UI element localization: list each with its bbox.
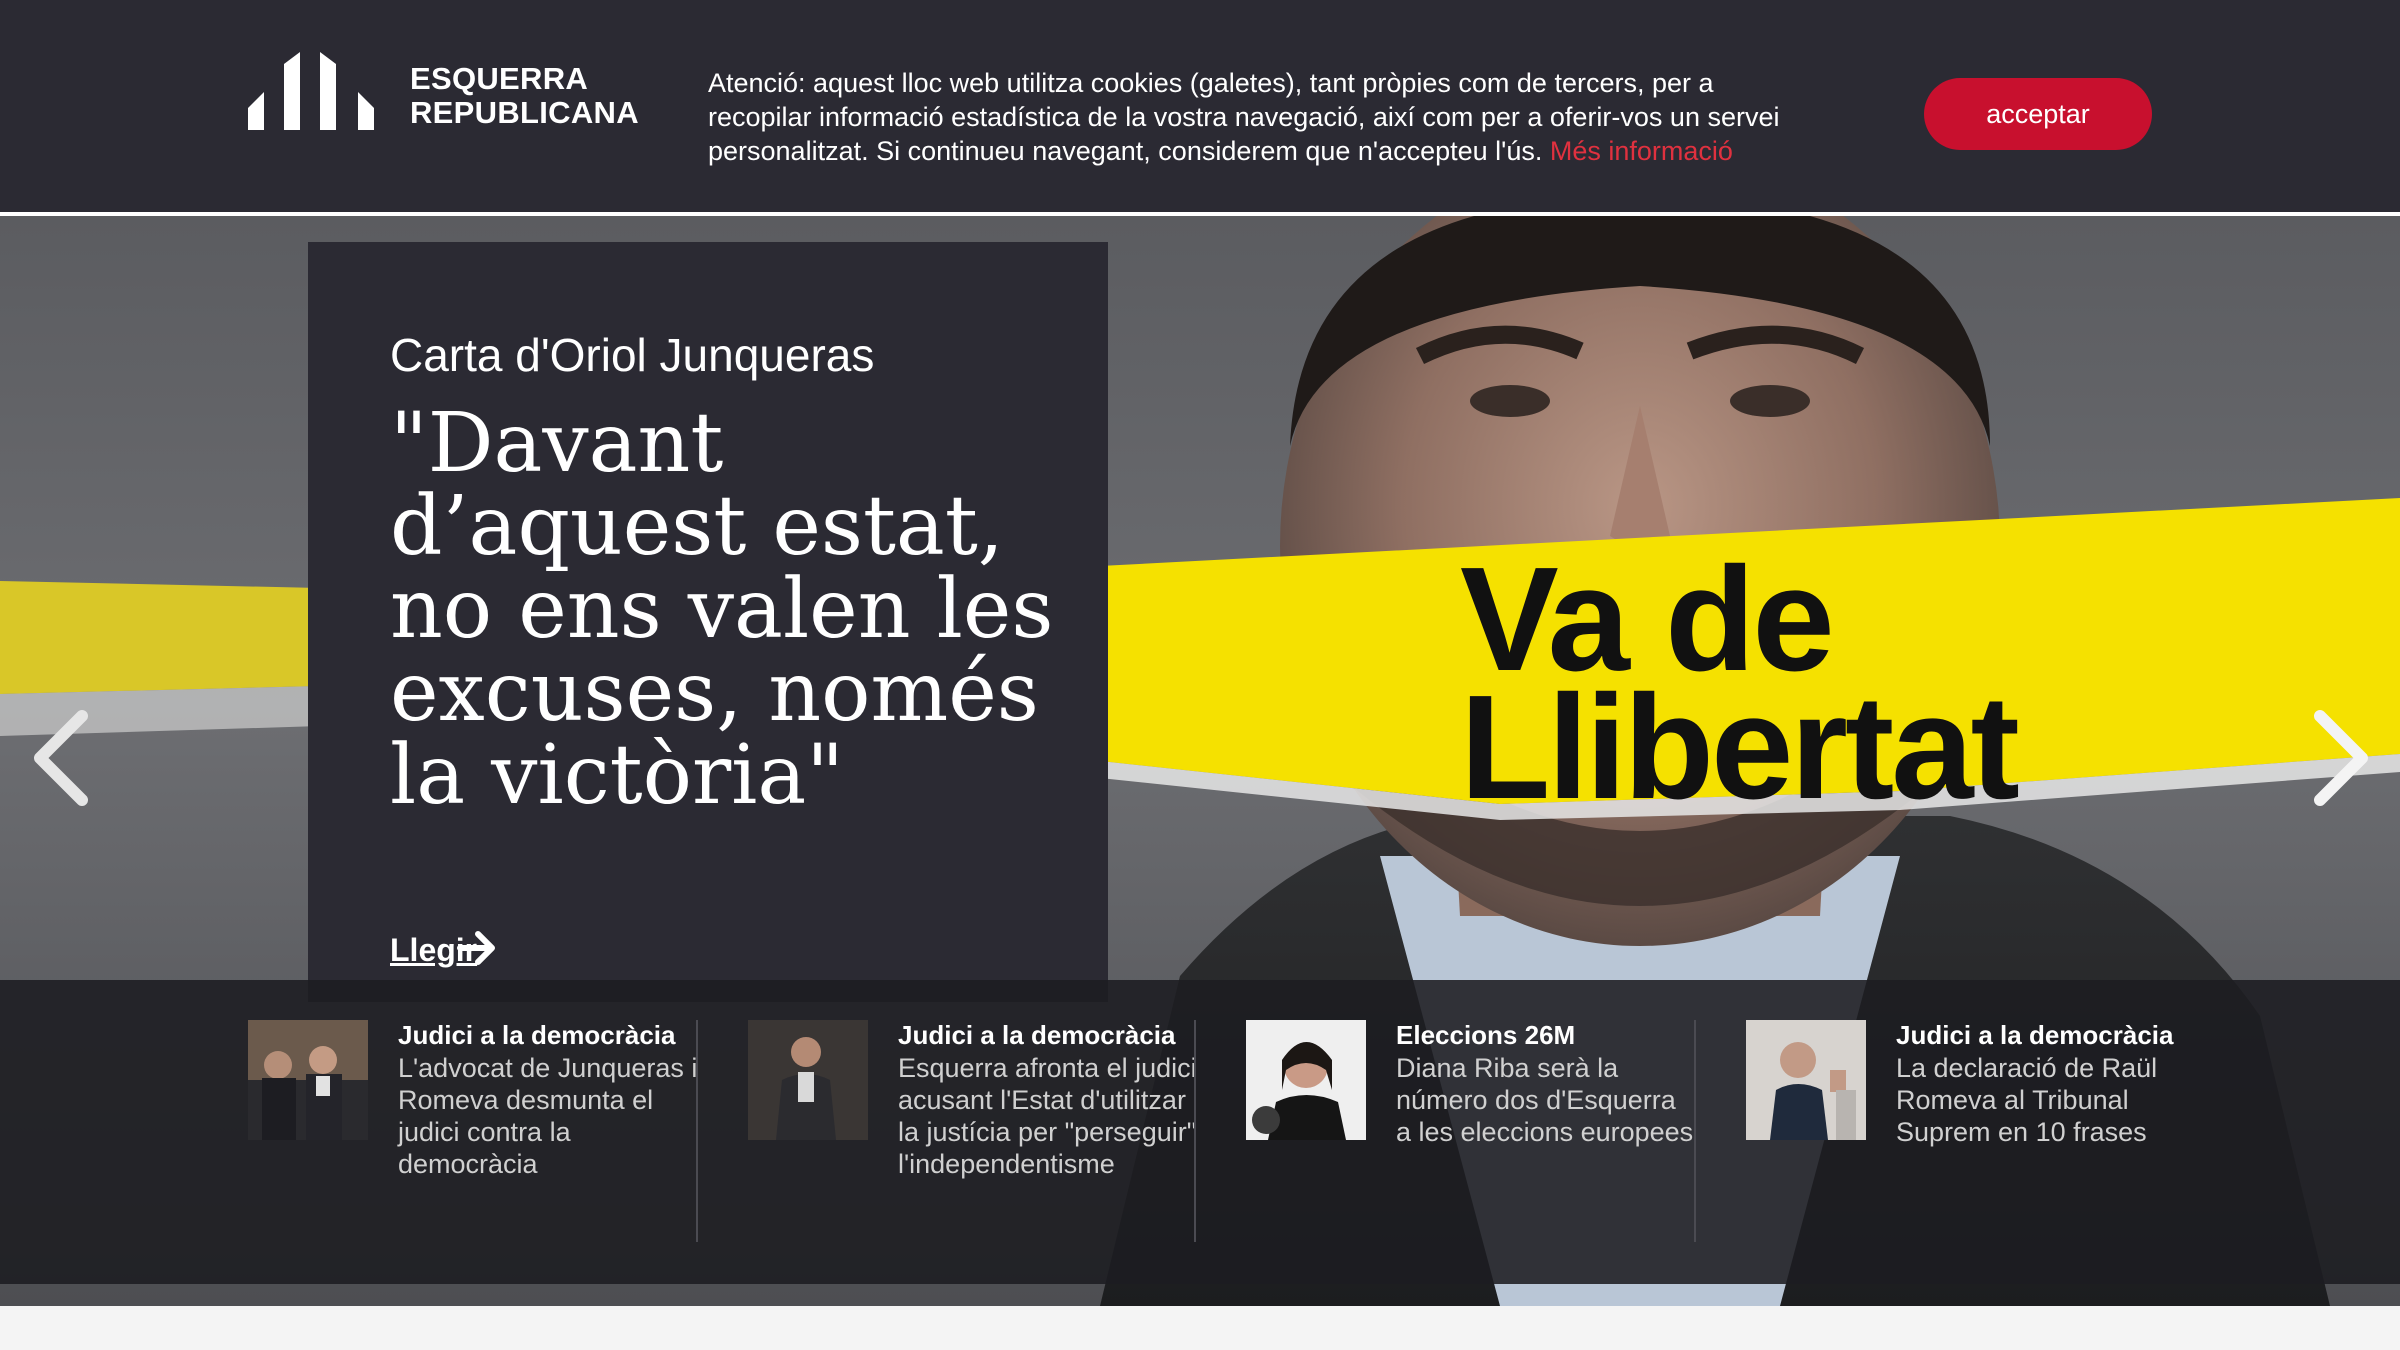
news-item[interactable]: Judici a la democràcia Esquerra afronta …: [748, 1020, 1198, 1250]
hero-headline-panel: Carta d'Oriol Junqueras "Davant d’aquest…: [308, 242, 1108, 1002]
news-divider: [1194, 1020, 1196, 1242]
accept-cookies-button[interactable]: acceptar: [1924, 78, 2152, 150]
logo-bars-icon: [248, 52, 374, 130]
logo-line-2: REPUBLICANA: [410, 95, 639, 130]
news-thumbnail: [1746, 1020, 1866, 1140]
news-category: Judici a la democràcia: [898, 1020, 1176, 1050]
hero-quote: "Davant d’aquest estat, no ens valen les…: [390, 396, 1054, 823]
news-divider: [696, 1020, 698, 1242]
cookie-banner: ESQUERRA REPUBLICANA Atenció: aquest llo…: [0, 0, 2400, 216]
chevron-left-icon[interactable]: [26, 708, 96, 808]
news-thumbnail: [248, 1020, 368, 1140]
news-item[interactable]: Judici a la democràcia La declaració de …: [1746, 1020, 2196, 1250]
logo-line-1: ESQUERRA: [410, 61, 589, 96]
news-item[interactable]: Judici a la democràcia L'advocat de Junq…: [248, 1020, 698, 1250]
news-strip: Judici a la democràcia L'advocat de Junq…: [0, 980, 2400, 1284]
arrow-right-icon[interactable]: [456, 926, 500, 970]
chevron-right-icon[interactable]: [2306, 708, 2376, 808]
hero-kicker: Carta d'Oriol Junqueras: [390, 329, 875, 381]
news-category: Judici a la democràcia: [398, 1020, 676, 1050]
news-thumbnail: [748, 1020, 868, 1140]
news-title: Diana Riba serà la número dos d'Esquerra…: [1396, 1053, 1694, 1147]
hero-slogan: Va de Llibertat: [1460, 546, 2020, 830]
news-category: Judici a la democràcia: [1896, 1020, 2174, 1050]
news-category: Eleccions 26M: [1396, 1020, 1576, 1050]
cookie-notice-text: Atenció: aquest lloc web utilitza cookie…: [708, 66, 1808, 168]
news-thumbnail: [1246, 1020, 1366, 1140]
news-divider: [1694, 1020, 1696, 1242]
news-title: L'advocat de Junqueras i Romeva desmunta…: [398, 1053, 698, 1179]
news-item[interactable]: Eleccions 26M Diana Riba serà la número …: [1246, 1020, 1696, 1250]
news-title: Esquerra afronta el judici acusant l'Est…: [898, 1053, 1197, 1179]
more-info-link[interactable]: Més informació: [1550, 136, 1733, 166]
slogan-line-2: Llibertat: [1460, 665, 2020, 830]
page-content-start: [0, 1306, 2400, 1350]
news-title: La declaració de Raül Romeva al Tribunal…: [1896, 1053, 2158, 1147]
logo-wordmark: ESQUERRA REPUBLICANA: [410, 62, 639, 130]
site-logo[interactable]: ESQUERRA REPUBLICANA: [248, 50, 639, 130]
